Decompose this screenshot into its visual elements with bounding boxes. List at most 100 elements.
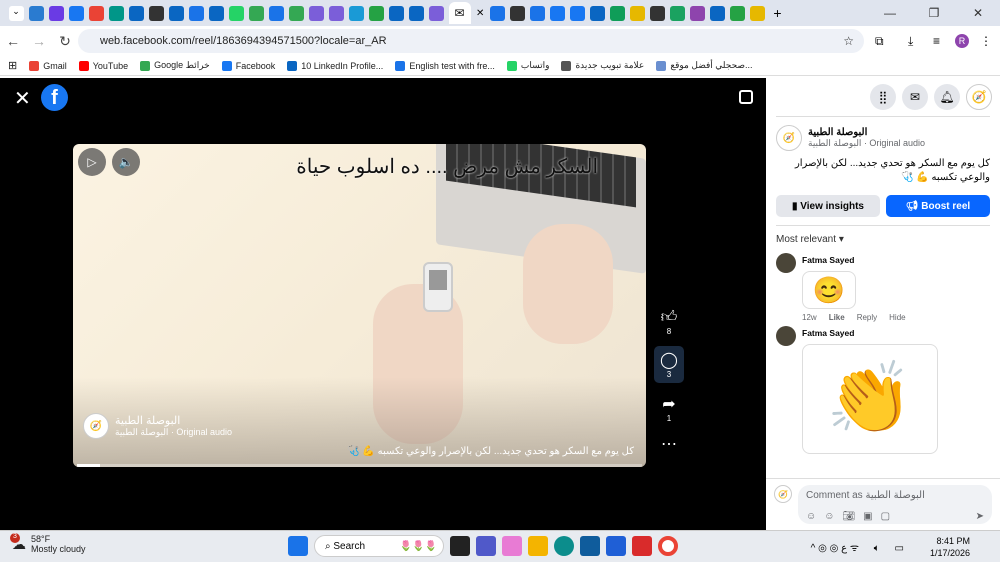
- send-icon[interactable]: ➤: [976, 511, 984, 522]
- share-button[interactable]: ➦ 1: [654, 394, 684, 423]
- browser-tab[interactable]: [689, 5, 705, 21]
- bookmark[interactable]: علامة تبويب جديدة: [561, 60, 644, 71]
- url-input[interactable]: web.facebook.com/reel/1863694394571500?l…: [78, 29, 864, 53]
- bookmark[interactable]: English test with fre...: [395, 60, 495, 71]
- bookmark[interactable]: صحجلي أفضل موقع...: [656, 60, 753, 71]
- comment-reply-button[interactable]: Reply: [857, 313, 877, 322]
- audio-label[interactable]: البوصلة الطبية · Original audio: [808, 138, 925, 149]
- boost-reel-button[interactable]: 📢︎ Boost reel: [886, 195, 990, 217]
- forward-button[interactable]: →: [26, 33, 52, 49]
- browser-tab[interactable]: [208, 5, 224, 21]
- wps-icon[interactable]: [632, 536, 652, 556]
- progress-bar[interactable]: [77, 464, 642, 467]
- close-window-button[interactable]: ✕: [956, 6, 1000, 20]
- copilot-icon[interactable]: [502, 536, 522, 556]
- app-icon[interactable]: [606, 536, 626, 556]
- browser-tab[interactable]: [28, 5, 44, 21]
- browser-tab[interactable]: [749, 5, 765, 21]
- reload-button[interactable]: ↻: [52, 33, 78, 50]
- browser-tab[interactable]: [729, 5, 745, 21]
- camera-icon[interactable]: 📷︎: [842, 511, 855, 522]
- browser-tab[interactable]: [148, 5, 164, 21]
- edge-icon[interactable]: [554, 536, 574, 556]
- page-name[interactable]: البوصلة الطبية: [115, 414, 232, 427]
- sort-dropdown[interactable]: Most relevant ▾: [766, 226, 1000, 253]
- close-tab-icon[interactable]: ✕: [476, 8, 484, 19]
- browser-tab[interactable]: [228, 5, 244, 21]
- comment-author[interactable]: Fatma Sayed: [802, 328, 938, 338]
- browser-tab[interactable]: [609, 5, 625, 21]
- weather-widget[interactable]: ☁ 3 58°F Mostly cloudy: [10, 532, 86, 554]
- browser-tab[interactable]: [348, 5, 364, 21]
- menu-icon[interactable]: ⋮: [980, 34, 992, 48]
- page-avatar[interactable]: 🧭: [776, 125, 802, 151]
- browser-tab[interactable]: [308, 5, 324, 21]
- minimize-button[interactable]: —: [868, 6, 912, 20]
- more-options-button[interactable]: ⋯: [654, 434, 684, 454]
- toggle-panel-icon[interactable]: [739, 90, 753, 104]
- reel-video[interactable]: ▷ 🔈 السكر مش مرض .... ده اسلوب حياة 🧭 ال…: [73, 144, 646, 467]
- browser-tab[interactable]: [669, 5, 685, 21]
- gif-icon[interactable]: ▣: [863, 511, 872, 522]
- tab-search-button[interactable]: ⌄: [8, 5, 24, 21]
- volume-button[interactable]: 🔈: [112, 148, 140, 176]
- messenger-icon[interactable]: ✉: [902, 84, 928, 110]
- start-button[interactable]: [288, 536, 308, 556]
- teams-icon[interactable]: [476, 536, 496, 556]
- browser-tab[interactable]: [108, 5, 124, 21]
- bookmark[interactable]: Gmail: [29, 60, 67, 71]
- media-icon[interactable]: ≡: [933, 34, 940, 48]
- store-icon[interactable]: [580, 536, 600, 556]
- browser-tab[interactable]: [629, 5, 645, 21]
- comment-author[interactable]: Fatma Sayed: [802, 255, 906, 265]
- sticker-icon[interactable]: ▢: [881, 511, 890, 522]
- play-button[interactable]: ▷: [78, 148, 106, 176]
- reel-owner[interactable]: 🧭 البوصلة الطبية البوصلة الطبية · Origin…: [83, 413, 232, 439]
- browser-tab[interactable]: [128, 5, 144, 21]
- page-avatar[interactable]: 🧭: [83, 413, 109, 439]
- app-icon[interactable]: [450, 536, 470, 556]
- bookmark[interactable]: Facebook: [221, 60, 275, 71]
- browser-tab[interactable]: [509, 5, 525, 21]
- facebook-logo[interactable]: f: [41, 84, 68, 111]
- browser-tab[interactable]: [248, 5, 264, 21]
- bookmark[interactable]: واتساب: [506, 60, 549, 71]
- system-tray[interactable]: ^ ◎ ◎ ع ᯤ 🔈︎ ▭: [811, 540, 910, 554]
- browser-tab[interactable]: [428, 5, 444, 21]
- taskbar-search[interactable]: ⌕ Search 🌷🌷🌷: [314, 535, 444, 557]
- browser-tab[interactable]: [388, 5, 404, 21]
- browser-tab[interactable]: [88, 5, 104, 21]
- avatar-sticker-icon[interactable]: ☺: [806, 511, 816, 522]
- browser-tab[interactable]: [188, 5, 204, 21]
- browser-tab[interactable]: [649, 5, 665, 21]
- like-button[interactable]: 👍︎ 8: [654, 308, 684, 336]
- active-tab[interactable]: ✉: [448, 2, 471, 24]
- bookmark-star-icon[interactable]: ☆: [843, 34, 854, 48]
- browser-tab[interactable]: [68, 5, 84, 21]
- emoji-icon[interactable]: ☺: [824, 511, 834, 522]
- notifications-icon[interactable]: 🔔︎: [934, 84, 960, 110]
- comment-input[interactable]: Comment as البوصلة الطبية ☺ ☺ 📷︎ ▣ ▢ ➤: [798, 485, 992, 524]
- account-avatar[interactable]: 🧭: [966, 84, 992, 110]
- commenter-avatar[interactable]: [776, 253, 796, 273]
- browser-tab[interactable]: [368, 5, 384, 21]
- comment-button[interactable]: ◯ 3: [654, 346, 684, 383]
- comment-like-button[interactable]: Like: [829, 313, 845, 322]
- file-explorer-icon[interactable]: [528, 536, 548, 556]
- browser-tab[interactable]: [328, 5, 344, 21]
- bookmark[interactable]: 10 LinkedIn Profile...: [287, 60, 383, 71]
- clock[interactable]: 8:41 PM 1/17/2026: [930, 535, 970, 559]
- download-icon[interactable]: ⤓: [908, 34, 913, 49]
- close-icon[interactable]: ✕: [14, 86, 31, 111]
- menu-grid-icon[interactable]: ⣿: [870, 84, 896, 110]
- browser-tab[interactable]: [268, 5, 284, 21]
- restore-button[interactable]: ❐: [912, 6, 956, 20]
- chrome-icon[interactable]: [658, 536, 678, 556]
- browser-tab[interactable]: [589, 5, 605, 21]
- browser-tab[interactable]: [529, 5, 545, 21]
- page-name[interactable]: البوصلة الطبية: [808, 127, 925, 138]
- browser-tab[interactable]: [489, 5, 505, 21]
- browser-tab[interactable]: [48, 5, 64, 21]
- comment-hide-button[interactable]: Hide: [889, 313, 905, 322]
- bookmark[interactable]: YouTube: [78, 60, 128, 71]
